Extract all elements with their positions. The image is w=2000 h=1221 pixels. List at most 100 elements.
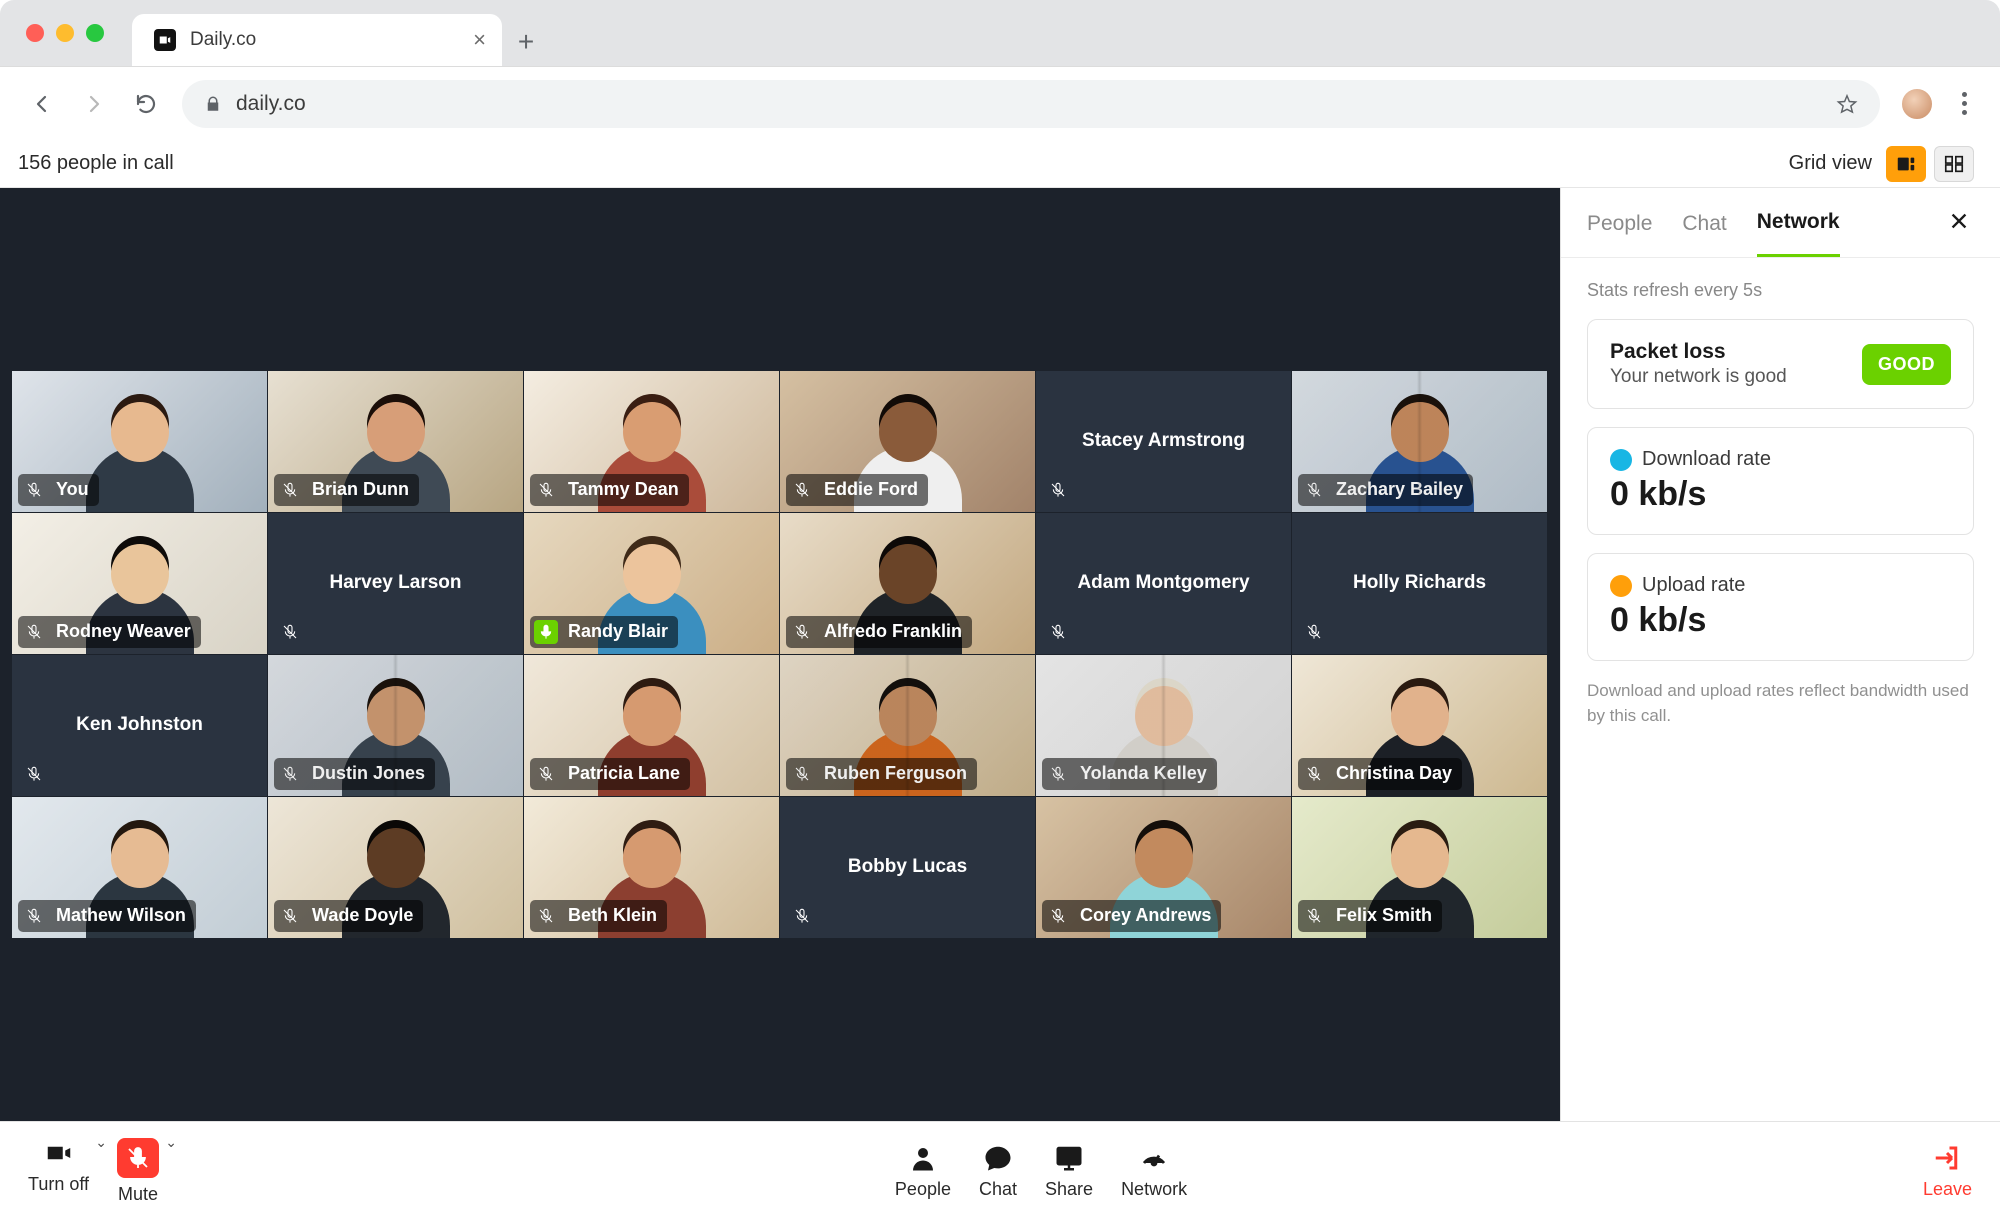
participant-tile[interactable]: Harvey Larson (268, 513, 524, 655)
people-button[interactable]: People (895, 1143, 951, 1200)
browser-menu-icon[interactable] (1954, 92, 1974, 115)
participant-tile[interactable]: Yolanda Kelley (1036, 655, 1292, 797)
share-button[interactable]: Share (1045, 1143, 1093, 1200)
mic-muted-icon (278, 620, 302, 644)
tab-people[interactable]: People (1587, 212, 1652, 256)
participant-tile[interactable]: Stacey Armstrong (1036, 371, 1292, 513)
participant-tile[interactable]: Felix Smith (1292, 797, 1548, 939)
participant-overlay: Christina Day (1298, 758, 1462, 790)
participant-tile[interactable]: Dustin Jones (268, 655, 524, 797)
participant-name: Randy Blair (568, 621, 668, 642)
network-label: Network (1121, 1179, 1187, 1200)
close-window-button[interactable] (26, 24, 44, 42)
camera-toggle-button[interactable]: ⌄ Turn off (28, 1138, 89, 1205)
close-panel-button[interactable] (1948, 210, 1974, 236)
side-panel: People Chat Network Stats refresh every … (1560, 188, 2000, 1121)
mic-muted-icon (278, 478, 302, 502)
participant-tile[interactable]: Beth Klein (524, 797, 780, 939)
forward-button[interactable] (78, 88, 110, 120)
participant-tile[interactable]: Alfredo Franklin (780, 513, 1036, 655)
participant-tile[interactable]: Adam Montgomery (1036, 513, 1292, 655)
mic-muted-icon (790, 478, 814, 502)
mic-muted-icon (790, 904, 814, 928)
participant-tile[interactable]: Ken Johnston (12, 655, 268, 797)
mic-muted-icon (1302, 762, 1326, 786)
upload-rate-value: 0 kb/s (1610, 601, 1706, 640)
participant-tile[interactable]: Corey Andrews (1036, 797, 1292, 939)
participant-tile[interactable]: Eddie Ford (780, 371, 1036, 513)
participant-name: Corey Andrews (1080, 905, 1211, 926)
tab-bar: Daily.co × + (0, 0, 2000, 66)
participant-tile[interactable]: Bobby Lucas (780, 797, 1036, 939)
participant-name: Mathew Wilson (56, 905, 186, 926)
packet-loss-title: Packet loss (1610, 340, 1862, 364)
download-rate-value: 0 kb/s (1610, 475, 1706, 514)
network-button[interactable]: Network (1121, 1143, 1187, 1200)
mic-muted-icon (278, 762, 302, 786)
app-body: You Brian Dunn Tammy DeanEddie FordStacey … (0, 188, 2000, 1121)
download-icon (1610, 449, 1632, 471)
url-input[interactable]: daily.co (182, 80, 1880, 128)
chevron-down-icon[interactable]: ⌄ (165, 1134, 177, 1151)
chat-icon (980, 1143, 1016, 1173)
mic-muted-icon (534, 478, 558, 502)
participant-tile[interactable]: Ruben Ferguson (780, 655, 1036, 797)
tab-network[interactable]: Network (1757, 210, 1840, 257)
browser-chrome: Daily.co × + daily.co (0, 0, 2000, 140)
mute-button[interactable]: ⌄ Mute (117, 1138, 159, 1205)
participant-tile[interactable]: Rodney Weaver (12, 513, 268, 655)
participant-tile[interactable]: Patricia Lane (524, 655, 780, 797)
leave-button[interactable]: Leave (1923, 1143, 1972, 1200)
mic-muted-icon (534, 904, 558, 928)
participant-name: Patricia Lane (568, 763, 680, 784)
participant-overlay: Brian Dunn (274, 474, 419, 506)
gauge-icon (1136, 1143, 1172, 1173)
participant-overlay: Zachary Bailey (1298, 474, 1473, 506)
participant-overlay: Ruben Ferguson (786, 758, 977, 790)
leave-icon (1929, 1143, 1965, 1173)
person-icon (905, 1143, 941, 1173)
participant-name: Harvey Larson (329, 572, 461, 594)
browser-tab[interactable]: Daily.co × (132, 14, 502, 66)
participant-name: Christina Day (1336, 763, 1452, 784)
download-rate-card: Download rate 0 kb/s (1587, 427, 1974, 535)
bookmark-icon[interactable] (1836, 93, 1858, 115)
participant-tile[interactable]: Holly Richards (1292, 513, 1548, 655)
reload-button[interactable] (130, 88, 162, 120)
mic-muted-icon (22, 478, 46, 502)
mic-muted-icon (117, 1138, 159, 1178)
mic-muted-icon (22, 762, 46, 786)
participant-name: Ruben Ferguson (824, 763, 967, 784)
participant-overlay: Yolanda Kelley (1042, 758, 1217, 790)
participant-overlay: Alfredo Franklin (786, 616, 972, 648)
participant-tile[interactable]: Brian Dunn (268, 371, 524, 513)
tab-chat[interactable]: Chat (1682, 212, 1726, 256)
chat-button[interactable]: Chat (979, 1143, 1017, 1200)
participant-name: Rodney Weaver (56, 621, 191, 642)
close-tab-icon[interactable]: × (473, 27, 486, 53)
speaker-view-button[interactable] (1886, 146, 1926, 182)
participant-tile[interactable]: Randy Blair (524, 513, 780, 655)
participant-overlay: You (18, 474, 99, 506)
panel-body: Stats refresh every 5s Packet loss Your … (1561, 258, 2000, 750)
new-tab-button[interactable]: + (502, 18, 550, 66)
maximize-window-button[interactable] (86, 24, 104, 42)
participant-name: Yolanda Kelley (1080, 763, 1207, 784)
participant-overlay: Wade Doyle (274, 900, 423, 932)
participant-tile[interactable]: Tammy Dean (524, 371, 780, 513)
back-button[interactable] (26, 88, 58, 120)
participant-tile[interactable]: Mathew Wilson (12, 797, 268, 939)
participant-tile[interactable]: Christina Day (1292, 655, 1548, 797)
participant-tile[interactable]: Wade Doyle (268, 797, 524, 939)
camera-icon (41, 1138, 77, 1168)
participant-name: Felix Smith (1336, 905, 1432, 926)
participant-tile[interactable]: Zachary Bailey (1292, 371, 1548, 513)
chevron-down-icon[interactable]: ⌄ (95, 1134, 107, 1151)
grid-view-button[interactable] (1934, 146, 1974, 182)
status-badge-good: GOOD (1862, 344, 1951, 385)
profile-avatar[interactable] (1900, 87, 1934, 121)
window-controls[interactable] (26, 0, 104, 66)
url-text: daily.co (236, 92, 1822, 116)
participant-tile[interactable]: You (12, 371, 268, 513)
minimize-window-button[interactable] (56, 24, 74, 42)
